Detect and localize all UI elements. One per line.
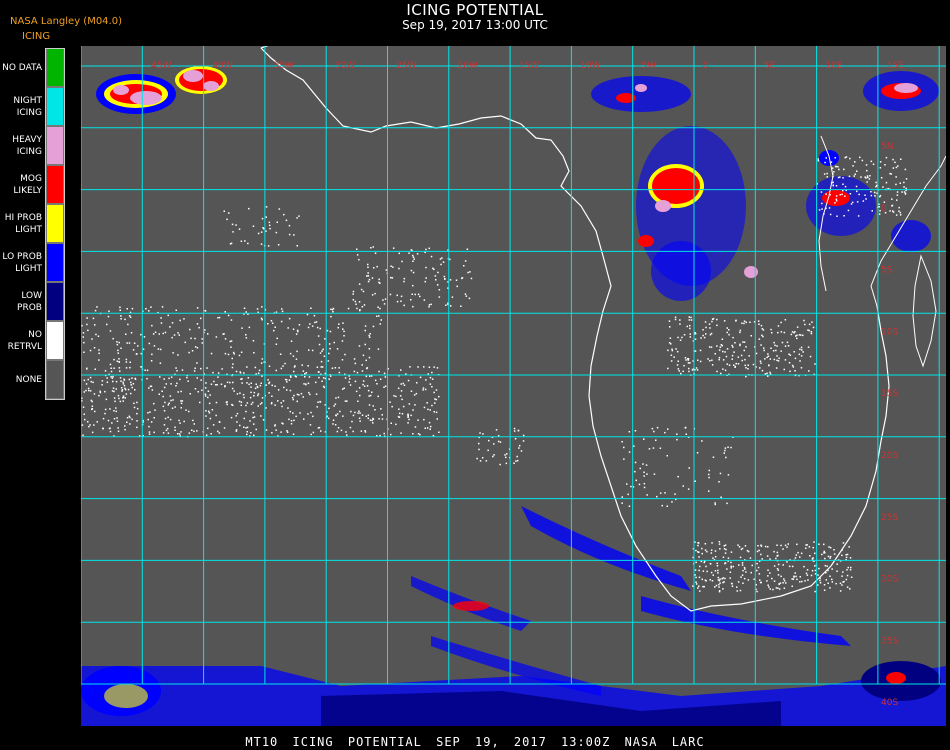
longitude-label: 15E (887, 61, 904, 71)
color-legend: NO DATA NIGHT ICING HEAVY ICING MOG LIKELY H… (0, 48, 66, 399)
legend-swatch (46, 165, 64, 204)
longitude-label: 10E (825, 61, 842, 71)
legend-item: NO DATA (0, 48, 66, 87)
longitude-label: 15W (519, 61, 539, 71)
legend-label: NO DATA (2, 63, 42, 73)
latitude-label: 30S (881, 575, 898, 585)
legend-swatch (46, 282, 64, 321)
latitude-label: 40S (881, 698, 898, 708)
map-timestamp: Sep 19, 2017 13:00 UTC (402, 18, 548, 32)
legend-swatch (46, 126, 64, 165)
longitude-label: 45W (151, 61, 171, 71)
latitude-label: 5N (881, 142, 893, 152)
legend-item: LO PROB LIGHT (0, 243, 66, 282)
legend-item: MOG LIKELY (0, 165, 66, 204)
longitude-label: 30W (335, 61, 355, 71)
latitude-label: 15S (881, 389, 898, 399)
icing-map: 45W40W35W30W25W20W15W10W5W05E10E15E20E25… (81, 46, 946, 726)
latitude-label: 5S (881, 266, 893, 276)
legend-item: NONE (0, 360, 66, 399)
legend-label: LOW PROB (17, 291, 42, 313)
legend-item: HI PROB LIGHT (0, 204, 66, 243)
legend-label: NIGHT ICING (13, 96, 42, 118)
legend-item: NO RETRVL (0, 321, 66, 360)
longitude-label: 10W (580, 61, 600, 71)
latitude-label: 25S (881, 513, 898, 523)
legend-label: HEAVY ICING (12, 135, 42, 157)
legend-swatch (46, 87, 64, 126)
longitude-label: 35W (274, 61, 294, 71)
legend-swatch (46, 48, 64, 87)
legend-label: HI PROB LIGHT (4, 213, 42, 235)
map-title: ICING POTENTIAL (406, 1, 544, 19)
legend-item: HEAVY ICING (0, 126, 66, 165)
legend-swatch (46, 360, 64, 399)
legend-title: ICING (22, 31, 51, 42)
legend-swatch (46, 321, 64, 360)
latitude-label: 10S (881, 327, 898, 337)
legend-swatch (46, 204, 64, 243)
longitude-label: 25W (396, 61, 416, 71)
legend-label: NO RETRVL (7, 330, 42, 352)
legend-label: MOG LIKELY (13, 174, 42, 196)
latitude-label: 0 (881, 204, 887, 214)
product-footer: MT10 ICING POTENTIAL SEP 19, 2017 13:00Z… (245, 735, 705, 749)
longitude-label: 5E (764, 61, 776, 71)
legend-label: LO PROB LIGHT (2, 252, 42, 274)
latitude-label: 35S (881, 636, 898, 646)
legend-item: LOW PROB (0, 282, 66, 321)
legend-swatch (46, 243, 64, 282)
legend-label: NONE (15, 375, 42, 385)
longitude-label: 5W (641, 61, 656, 71)
longitude-label: 0 (703, 61, 709, 71)
longitude-label: 20W (458, 61, 478, 71)
legend-item: NIGHT ICING (0, 87, 66, 126)
longitude-label: 40W (212, 61, 232, 71)
latitude-label: 20S (881, 451, 898, 461)
